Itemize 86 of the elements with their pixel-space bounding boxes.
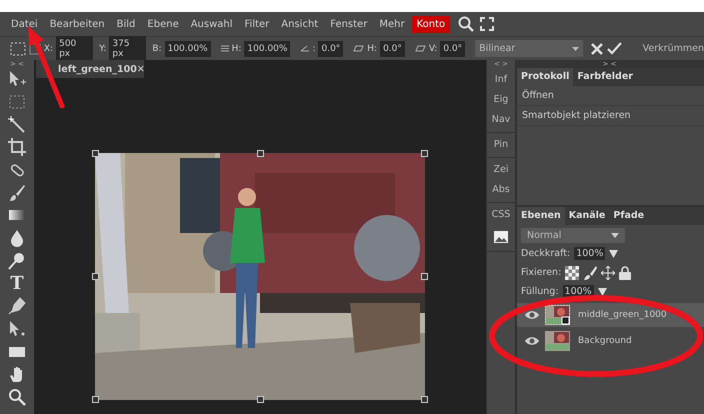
opacity-label: Deckkraft:	[521, 248, 570, 259]
transform-handle[interactable]	[421, 273, 428, 280]
input-field[interactable]: 0.0°	[380, 40, 405, 56]
eye-icon[interactable]	[525, 310, 539, 320]
transform-handle[interactable]	[92, 150, 99, 157]
panel-shortcut[interactable]: Abs	[492, 180, 510, 200]
skew-icon	[414, 45, 426, 52]
panel-shortcut[interactable]: CSS	[492, 205, 510, 225]
menu-item[interactable]: Mehr	[374, 16, 410, 32]
caret-icon	[572, 46, 579, 50]
confirm-icon[interactable]	[606, 42, 622, 55]
caret-icon[interactable]	[598, 288, 607, 296]
crop-icon[interactable]	[8, 138, 26, 156]
link-icon[interactable]	[220, 45, 229, 52]
marquee-icon[interactable]	[10, 42, 26, 56]
field-label: Y:	[99, 44, 106, 54]
menu-item[interactable]: Bild	[112, 16, 140, 32]
layer-name: Background	[578, 336, 632, 346]
history-item[interactable]: Smartobjekt platzieren	[517, 106, 704, 126]
cancel-icon[interactable]	[590, 42, 604, 56]
input-field[interactable]: 0.0°	[440, 40, 466, 56]
input-field[interactable]: 0.0°	[318, 40, 344, 56]
panel-shortcut[interactable]: Inf	[494, 70, 508, 90]
panel-shortcut[interactable]: Eig	[494, 90, 508, 110]
menu-item[interactable]: Konto	[412, 16, 450, 32]
transform-handle[interactable]	[92, 396, 99, 403]
panel-shortcut[interactable]: Zei	[494, 160, 508, 180]
menu-item[interactable]: Filter	[240, 16, 274, 32]
lock-icon[interactable]	[619, 266, 632, 280]
field-label: V:	[428, 44, 438, 54]
input-field[interactable]: 375 px	[109, 36, 146, 62]
blend-mode-dropdown[interactable]: Normal	[521, 228, 625, 243]
menu-item[interactable]: Ebene	[142, 16, 184, 32]
caret-icon[interactable]	[609, 250, 618, 258]
transform-handle[interactable]	[92, 273, 99, 280]
lock-label: Fixieren:	[521, 267, 562, 278]
input-field[interactable]: 100.00%	[164, 40, 211, 56]
menu-item[interactable]: Bearbeiten	[44, 16, 110, 32]
fullscreen-icon[interactable]	[480, 17, 494, 31]
history-item[interactable]: Öffnen	[517, 86, 704, 106]
move-tool-icon[interactable]	[8, 70, 26, 88]
field-label: H:	[367, 44, 378, 54]
field-label: :	[312, 44, 316, 54]
drop-icon[interactable]	[8, 229, 26, 248]
eye-icon[interactable]	[525, 336, 539, 346]
layer-row[interactable]: Background	[517, 329, 704, 353]
caret-icon	[611, 233, 619, 238]
field-label: H:	[232, 44, 242, 54]
dodge-icon[interactable]	[8, 252, 26, 270]
angle-icon	[300, 45, 310, 52]
field-label: B:	[152, 44, 162, 54]
document-tab[interactable]: left_green_100✕	[36, 60, 144, 78]
interpolation-dropdown[interactable]: Bilinear	[475, 40, 583, 57]
opacity-field[interactable]: 100%	[574, 247, 606, 260]
panel-shortcut[interactable]: Pin	[494, 135, 508, 155]
move-icon[interactable]	[601, 266, 616, 280]
fill-label: Füllung:	[521, 286, 559, 297]
brush-icon[interactable]	[8, 184, 26, 202]
pen-icon[interactable]	[8, 297, 26, 316]
checker-icon[interactable]	[565, 266, 580, 280]
panel-tab[interactable]: Protokoll	[517, 68, 574, 86]
input-field[interactable]: 500 px	[56, 36, 94, 62]
menu-item[interactable]: Datei	[6, 16, 43, 32]
path-select-icon[interactable]	[8, 320, 26, 338]
input-field[interactable]: 100.00%	[244, 40, 290, 56]
field-label: X:	[44, 44, 54, 54]
layer-name: middle_green_1000	[578, 310, 667, 320]
close-icon[interactable]: ✕	[136, 64, 145, 74]
search-icon[interactable]	[458, 16, 474, 32]
document-title: left_green_100	[58, 64, 137, 74]
image-icon[interactable]	[494, 231, 508, 243]
transform-handle[interactable]	[421, 396, 428, 403]
transform-handle[interactable]	[257, 396, 264, 403]
menu-item[interactable]: Auswahl	[186, 16, 238, 32]
transform-handle[interactable]	[257, 150, 264, 157]
zoom-icon[interactable]	[8, 388, 26, 406]
panel-shortcut[interactable]: Nav	[492, 110, 510, 130]
magic-wand-icon[interactable]	[8, 116, 26, 134]
warp-button[interactable]: Verkrümmen	[642, 43, 704, 54]
text-tool[interactable]: T	[10, 274, 24, 293]
transform-handle[interactable]	[421, 150, 428, 157]
panel-tab[interactable]: Ebenen	[517, 207, 565, 225]
skew-icon	[353, 45, 364, 52]
brush-icon[interactable]	[583, 266, 598, 280]
menu-item[interactable]: Fenster	[325, 16, 372, 32]
menu-item[interactable]: Ansicht	[276, 16, 324, 32]
